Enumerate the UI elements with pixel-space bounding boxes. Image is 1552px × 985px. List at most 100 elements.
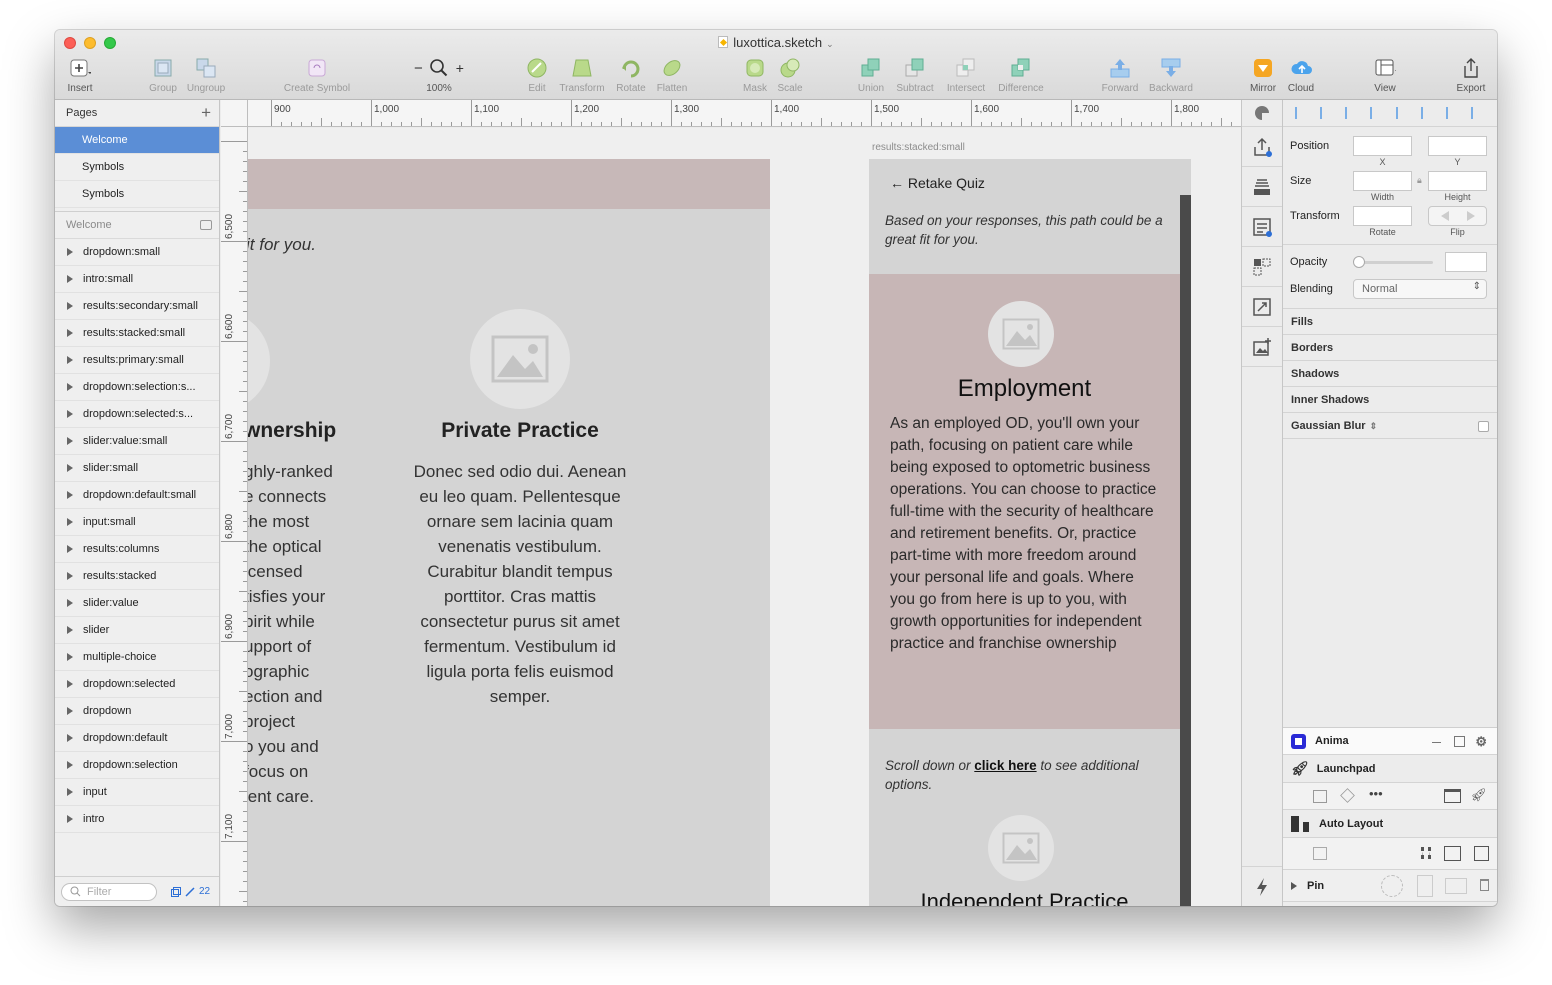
disclosure-triangle-icon[interactable] (67, 437, 73, 445)
distribute-vertical-icon[interactable] (1319, 107, 1334, 119)
layer-row[interactable]: input (55, 779, 219, 806)
horizontal-ruler[interactable]: 900 1,000 1,100 1,200 1,300 1,400 1,500 1,600 1,… (221, 100, 1241, 127)
cloud-button[interactable]: Cloud (1283, 57, 1319, 94)
layer-row[interactable]: dropdown:default:small (55, 482, 219, 509)
page-item[interactable]: Symbols (55, 181, 219, 208)
pin-horizontal-icon[interactable] (1445, 878, 1467, 894)
browser-preview-icon[interactable] (1444, 789, 1461, 803)
layer-row[interactable]: intro (55, 806, 219, 833)
layer-row[interactable]: slider:small (55, 455, 219, 482)
group-button[interactable]: Group (145, 57, 181, 94)
align-center-icon[interactable] (1370, 107, 1384, 119)
subtract-button[interactable]: Subtract (891, 57, 939, 94)
blur-type-arrows-icon[interactable]: ⇕ (1370, 421, 1378, 431)
stack-grid-icon[interactable] (1421, 847, 1431, 859)
disclosure-triangle-icon[interactable] (67, 761, 73, 769)
craft-sync-button[interactable] (1242, 127, 1282, 167)
lock-proportions-icon[interactable]: 🔒︎ (1417, 175, 1422, 186)
canvas[interactable]: it for you. wnership Private Practice gh… (248, 128, 1241, 906)
responsive-devices-icon[interactable] (1444, 846, 1461, 861)
vertical-ruler[interactable]: 6,500 6,600 6,700 6,800 6,900 7,000 7,100 (221, 127, 248, 906)
zoom-control[interactable]: − + 100% (409, 57, 469, 94)
disclosure-triangle-icon[interactable] (67, 707, 73, 715)
union-button[interactable]: Union (853, 57, 889, 94)
create-symbol-button[interactable]: Create Symbol (280, 57, 354, 94)
opacity-slider[interactable] (1353, 256, 1433, 268)
craft-library-button[interactable] (1242, 167, 1282, 207)
launch-rocket-icon[interactable]: 🚀︎ (1470, 787, 1487, 803)
panel-layout-icon[interactable] (1454, 736, 1465, 747)
layer-row[interactable]: slider:value:small (55, 428, 219, 455)
disclosure-triangle-icon[interactable] (67, 491, 73, 499)
layer-row[interactable]: input:small (55, 509, 219, 536)
retake-quiz-link[interactable]: ← Retake Quiz (890, 175, 985, 191)
zoom-in-button[interactable]: + (456, 60, 464, 76)
difference-button[interactable]: Difference (993, 57, 1049, 94)
disclosure-triangle-icon[interactable] (67, 275, 73, 283)
blending-select[interactable]: Normal ⇕ (1353, 279, 1487, 299)
mobile-preview-icon[interactable] (1474, 846, 1489, 861)
craft-data-button[interactable] (1242, 207, 1282, 247)
transform-button[interactable]: Transform (555, 57, 609, 94)
layer-row[interactable]: slider (55, 617, 219, 644)
layer-row[interactable]: dropdown:selected (55, 671, 219, 698)
more-dots-icon[interactable]: ••• (1369, 786, 1383, 801)
disclosure-triangle-icon[interactable] (67, 599, 73, 607)
pin-row[interactable]: Pin (1283, 870, 1497, 902)
disclosure-triangle-icon[interactable] (67, 302, 73, 310)
flip-vertical-icon[interactable] (1467, 211, 1475, 221)
insert-button[interactable]: Insert (62, 57, 98, 94)
flip-buttons[interactable] (1428, 206, 1487, 226)
publish-icon[interactable] (1313, 790, 1327, 803)
zoom-out-button[interactable]: − (414, 60, 423, 77)
borders-section[interactable]: Borders (1283, 335, 1497, 361)
layer-row[interactable]: dropdown:selection (55, 752, 219, 779)
auto-layout-row[interactable]: Auto Layout (1283, 810, 1497, 838)
disclosure-triangle-icon[interactable] (67, 383, 73, 391)
gaussian-blur-checkbox[interactable] (1478, 421, 1489, 432)
intersect-button[interactable]: Intersect (942, 57, 990, 94)
layer-row[interactable]: multiple-choice (55, 644, 219, 671)
layer-row[interactable]: slider:value (55, 590, 219, 617)
craft-photos-button[interactable] (1242, 327, 1282, 367)
disclosure-triangle-icon[interactable] (67, 329, 73, 337)
rotate-button[interactable]: Rotate (613, 57, 649, 94)
layer-row[interactable]: results:stacked:small (55, 320, 219, 347)
backward-button[interactable]: Backward (1145, 57, 1197, 94)
gaussian-blur-section[interactable]: Gaussian Blur ⇕ (1283, 413, 1497, 439)
distribute-horizontal-icon[interactable] (1294, 107, 1309, 119)
minimize-panel-icon[interactable] (1432, 742, 1441, 743)
disclosure-triangle-icon[interactable] (67, 572, 73, 580)
trash-icon[interactable] (1480, 879, 1489, 891)
document-title[interactable]: luxottica.sketch ⌄ (55, 35, 1497, 50)
page-item[interactable]: Symbols (55, 154, 219, 181)
layer-row[interactable]: intro:small (55, 266, 219, 293)
selected-layer-count[interactable]: 22 (171, 886, 210, 897)
layer-row[interactable]: dropdown (55, 698, 219, 725)
layer-filter-input[interactable]: Filter (61, 882, 157, 901)
rotate-input[interactable] (1353, 206, 1412, 226)
add-page-plus-icon[interactable]: + (201, 103, 211, 123)
layer-row[interactable]: dropdown:selection:s... (55, 374, 219, 401)
artboard-results-columns[interactable]: it for you. wnership Private Practice gh… (248, 159, 770, 906)
craft-plugin-button[interactable] (1242, 100, 1282, 127)
disclosure-triangle-icon[interactable] (67, 545, 73, 553)
disclosure-triangle-icon[interactable] (67, 680, 73, 688)
height-input[interactable] (1428, 171, 1487, 191)
artboard-results-stacked-small[interactable]: ← Retake Quiz Based on your responses, t… (869, 159, 1191, 906)
layer-row[interactable]: dropdown:selected:s... (55, 401, 219, 428)
layer-row[interactable]: results:columns (55, 536, 219, 563)
align-left-icon[interactable] (1345, 107, 1359, 119)
expand-triangle-icon[interactable] (1291, 881, 1297, 890)
pin-vertical-icon[interactable] (1417, 875, 1433, 897)
inner-shadows-section[interactable]: Inner Shadows (1283, 387, 1497, 413)
edit-button[interactable]: Edit (521, 57, 553, 94)
disclosure-triangle-icon[interactable] (67, 815, 73, 823)
disclosure-triangle-icon[interactable] (67, 248, 73, 256)
disclosure-triangle-icon[interactable] (67, 788, 73, 796)
artboard-scrollbar[interactable] (1180, 195, 1191, 906)
disclosure-triangle-icon[interactable] (67, 410, 73, 418)
artboard-label[interactable]: results:stacked:small (872, 142, 965, 153)
position-y-input[interactable] (1428, 136, 1487, 156)
layer-row[interactable]: dropdown:default (55, 725, 219, 752)
